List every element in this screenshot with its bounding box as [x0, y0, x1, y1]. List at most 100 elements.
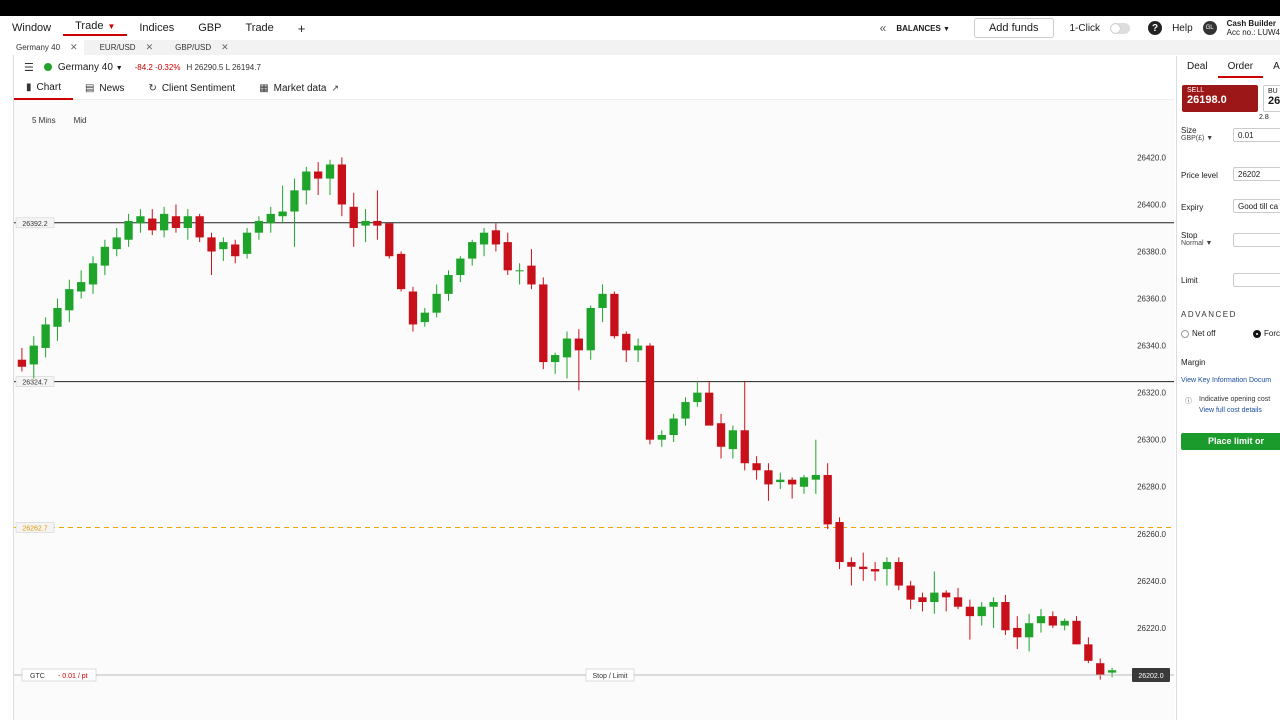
- candle-body: [681, 402, 690, 419]
- gtc-label: GTC: [30, 673, 45, 680]
- candle-body: [669, 418, 678, 435]
- tab-eur-usd[interactable]: EUR/USD ✕: [84, 40, 160, 55]
- candle-body: [195, 216, 204, 238]
- candle-body: [894, 562, 903, 586]
- candle-body: [787, 479, 797, 485]
- candle-body: [657, 434, 666, 440]
- y-tick-label: 26420.0: [1137, 153, 1166, 162]
- net-off-option[interactable]: Net off: [1181, 329, 1215, 338]
- net-off-label: Net off: [1192, 329, 1216, 338]
- candle-body: [361, 220, 370, 226]
- radio-icon: [1181, 329, 1189, 338]
- tab-label: Germany 40: [16, 43, 61, 52]
- tab-client-sentiment[interactable]: ↻ Client Sentiment: [136, 78, 247, 100]
- spread-value: 2.8: [1259, 114, 1269, 121]
- candle-body: [645, 345, 655, 440]
- candle-body: [456, 258, 465, 276]
- candle-body: [752, 463, 761, 471]
- menu-window[interactable]: Window: [0, 22, 63, 34]
- tab-germany-40[interactable]: Germany 40 ✕: [0, 40, 84, 55]
- stop-type-label: Normal: [1181, 240, 1204, 247]
- candle-body: [207, 237, 216, 252]
- candle-body: [918, 597, 927, 603]
- price-level-input[interactable]: 26202: [1233, 167, 1280, 181]
- limit-input[interactable]: [1233, 273, 1280, 287]
- close-icon[interactable]: ✕: [221, 42, 229, 53]
- expiry-label: Expiry: [1181, 203, 1204, 212]
- candle-body: [823, 474, 832, 525]
- size-label-group: Size GBP(£) ▼: [1181, 126, 1213, 142]
- per-point-label: - 0.01 / pt: [58, 673, 88, 680]
- menu-trade[interactable]: Trade ▼: [63, 20, 128, 36]
- expiry-select[interactable]: Good till ca: [1233, 199, 1280, 213]
- sell-button[interactable]: SELL 26198.0: [1182, 85, 1258, 112]
- chevron-down-icon: ▼: [107, 22, 116, 31]
- help-icon[interactable]: ?: [1148, 21, 1163, 35]
- tab-deal[interactable]: Deal: [1177, 56, 1218, 78]
- account-avatar[interactable]: GL: [1202, 21, 1217, 35]
- place-limit-order-button[interactable]: Place limit or: [1181, 433, 1280, 450]
- balances-dropdown[interactable]: BALANCES ▼: [896, 24, 950, 33]
- full-cost-link[interactable]: View full cost details: [1199, 407, 1262, 414]
- candle-body: [870, 569, 880, 572]
- tab-news[interactable]: ▤ News: [73, 78, 136, 100]
- add-tab-button[interactable]: +: [286, 21, 318, 36]
- candle-body: [491, 230, 501, 245]
- candle-body: [136, 216, 145, 224]
- change-percent: -0.32%: [155, 62, 181, 72]
- candle-body: [53, 307, 62, 327]
- candle-body: [302, 171, 311, 191]
- candle-body: [100, 246, 110, 266]
- force-label: Forc: [1264, 329, 1280, 338]
- menu-icon[interactable]: ☰: [24, 61, 34, 74]
- close-icon[interactable]: ✕: [70, 42, 78, 53]
- candle-body: [1107, 670, 1117, 673]
- help-link[interactable]: Help: [1172, 23, 1193, 34]
- y-tick-label: 26240.0: [1137, 577, 1166, 586]
- tab-order[interactable]: Order: [1217, 56, 1264, 78]
- order-tabs: Deal Order Al: [1177, 56, 1280, 78]
- collapse-icon[interactable]: «: [880, 21, 887, 35]
- one-click-toggle[interactable]: [1110, 22, 1131, 34]
- candle-body: [373, 220, 382, 226]
- size-currency[interactable]: GBP(£) ▼: [1181, 135, 1213, 142]
- candle-body: [953, 597, 963, 607]
- candle-body: [420, 312, 429, 323]
- candlestick-chart[interactable]: 26420.0 26400.0 26380.0 26360.0 26340.0 26320…: [14, 100, 1174, 720]
- account-info[interactable]: Cash Builder Acc no.: LUW4: [1227, 19, 1280, 37]
- candle-body: [77, 282, 86, 292]
- candle-body: [385, 223, 394, 257]
- close-icon[interactable]: ✕: [146, 42, 154, 53]
- tab-alert[interactable]: Al: [1263, 56, 1280, 78]
- candle-body: [598, 293, 607, 308]
- menu-gbp[interactable]: GBP: [186, 22, 233, 34]
- menu-indices[interactable]: Indices: [127, 22, 186, 34]
- y-tick-label: 26300.0: [1137, 436, 1166, 445]
- candle-body: [835, 522, 844, 563]
- tab-market-data[interactable]: ▦ Market data ↗: [247, 78, 351, 100]
- menu-trade-2[interactable]: Trade: [233, 22, 285, 34]
- y-tick-label: 26340.0: [1137, 342, 1166, 351]
- instrument-name[interactable]: Germany 40 ▼: [58, 62, 123, 73]
- stop-input[interactable]: [1233, 233, 1280, 247]
- refresh-icon: ↻: [148, 83, 157, 94]
- candle-body: [17, 359, 27, 367]
- key-info-link[interactable]: View Key Information Docum: [1181, 377, 1271, 384]
- add-funds-button[interactable]: Add funds: [973, 18, 1054, 38]
- candle-body: [1048, 616, 1057, 626]
- y-tick-label: 26320.0: [1137, 389, 1166, 398]
- tab-chart[interactable]: ▮ Chart: [14, 78, 73, 100]
- tab-gbp-usd[interactable]: GBP/USD ✕: [159, 40, 235, 55]
- candle-body: [527, 265, 536, 285]
- price-level-label: Price level: [1181, 171, 1218, 180]
- candle-body: [88, 263, 98, 285]
- price-chart[interactable]: 5 Mins Mid 26420.0 26400.0 26380.0 26360.0 2…: [14, 100, 1174, 720]
- candle-body: [1084, 644, 1093, 661]
- candle-body: [977, 606, 986, 617]
- y-tick-label: 26260.0: [1137, 530, 1166, 539]
- left-panel-edge[interactable]: [0, 55, 14, 720]
- size-input[interactable]: 0.01: [1233, 128, 1280, 142]
- force-open-option[interactable]: Forc: [1253, 329, 1280, 338]
- buy-button[interactable]: BU 26: [1263, 85, 1280, 112]
- stop-type-select[interactable]: Normal ▼: [1181, 240, 1212, 247]
